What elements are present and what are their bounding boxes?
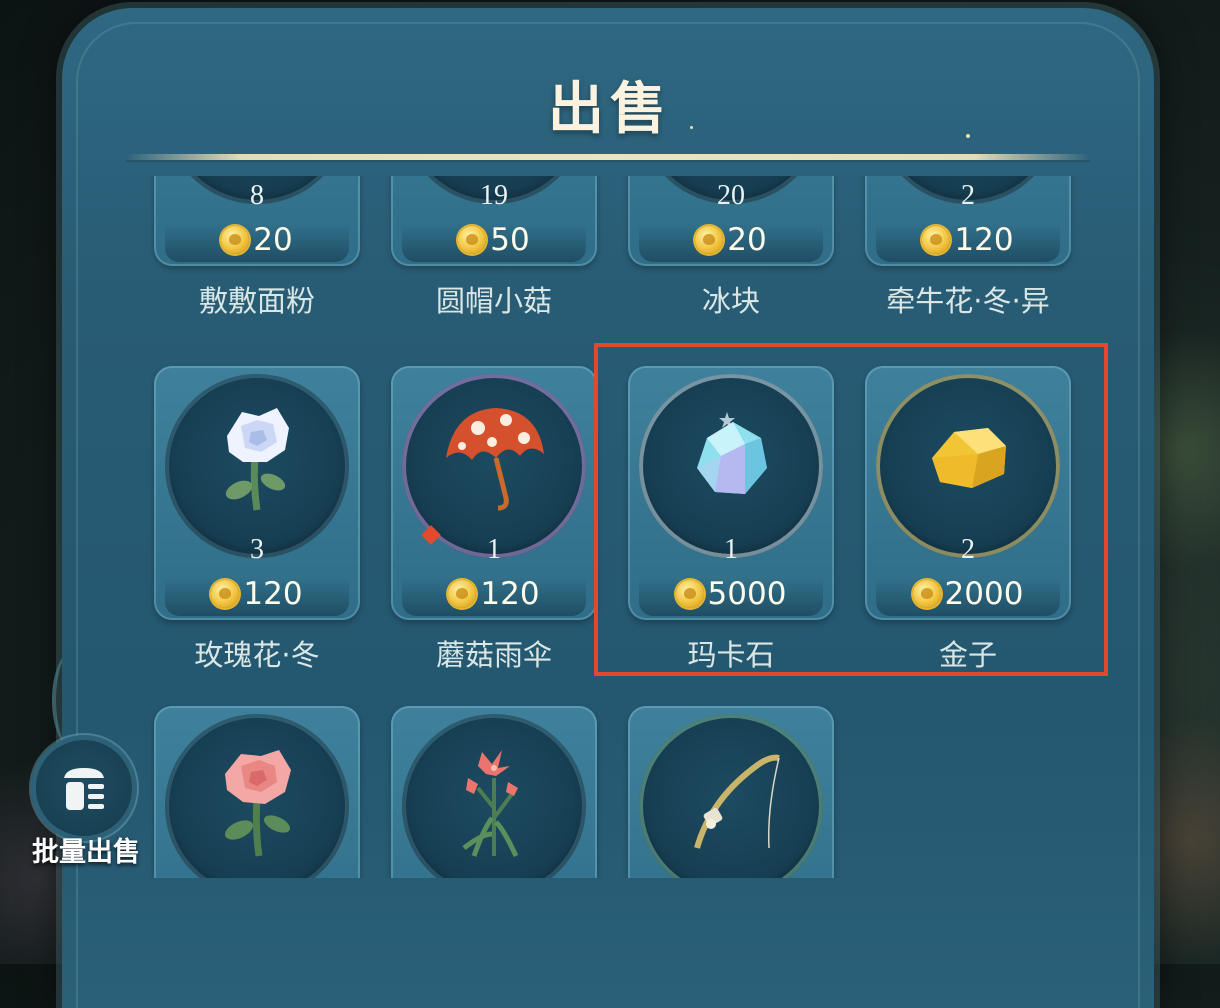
coin-icon <box>448 580 477 608</box>
item-price: 120 <box>391 576 597 612</box>
item-card[interactable]: 20 20 冰块 <box>628 176 834 318</box>
price-value: 50 <box>490 222 530 258</box>
item-count: 19 <box>480 180 508 211</box>
fishing-rod-icon <box>694 754 780 849</box>
item-count: 1 <box>628 874 834 878</box>
item-name: 蘑菇雨伞 <box>435 638 552 672</box>
item-count: 3 <box>250 534 264 565</box>
item-count: 1 <box>487 534 501 565</box>
price-value: 120 <box>243 576 303 612</box>
item-price: 120 <box>154 576 360 612</box>
item-card[interactable]: 1 <box>628 706 834 878</box>
highlight-box <box>594 343 1108 676</box>
coin-icon <box>922 226 951 254</box>
price-value: 20 <box>253 222 293 258</box>
item-price: 20 <box>154 222 360 258</box>
item-price: 120 <box>865 222 1071 258</box>
item-count: 8 <box>250 180 264 211</box>
bulk-sell-icon <box>64 768 104 810</box>
white-rose-icon <box>225 408 289 511</box>
lily-icon <box>462 750 519 858</box>
coin-icon <box>221 226 250 254</box>
item-count: 20 <box>717 180 745 211</box>
item-card[interactable]: 19 50 圆帽小菇 <box>391 176 597 318</box>
item-name: 敷敷面粉 <box>198 284 315 318</box>
coin-icon <box>458 226 487 254</box>
item-card[interactable]: 8 20 敷敷面粉 <box>154 176 360 318</box>
coin-icon <box>695 226 724 254</box>
bulk-sell-label[interactable]: 批量出售 <box>20 830 152 869</box>
item-price: 50 <box>391 222 597 258</box>
item-count: 2 <box>961 180 975 211</box>
pink-rose-icon <box>224 750 291 857</box>
coin-icon <box>211 580 240 608</box>
price-value: 120 <box>480 576 540 612</box>
sparkle <box>966 134 970 138</box>
item-price: 20 <box>628 222 834 258</box>
item-card[interactable]: 3 120 玫瑰花·冬 <box>154 366 360 672</box>
page-title: 出售 <box>548 77 672 142</box>
title-divider <box>126 154 1090 162</box>
item-card[interactable]: 2 120 牵牛花·冬·异 <box>865 176 1071 318</box>
price-value: 120 <box>954 222 1014 258</box>
item-name: 牵牛花·冬·异 <box>886 284 1050 318</box>
item-card[interactable]: 10 <box>154 706 360 878</box>
item-count: 10 <box>154 874 360 878</box>
item-name: 冰块 <box>701 284 760 318</box>
item-card[interactable]: 1 <box>391 706 597 878</box>
item-count: 1 <box>391 874 597 878</box>
bulk-sell-button[interactable] <box>36 740 132 836</box>
sparkle <box>690 126 693 129</box>
item-name: 圆帽小菇 <box>435 284 552 318</box>
price-value: 20 <box>727 222 767 258</box>
item-card[interactable]: 1 120 蘑菇雨伞 <box>391 366 597 672</box>
item-name: 玫瑰花·冬 <box>194 638 320 672</box>
mushroom-umbrella-icon <box>446 408 544 511</box>
